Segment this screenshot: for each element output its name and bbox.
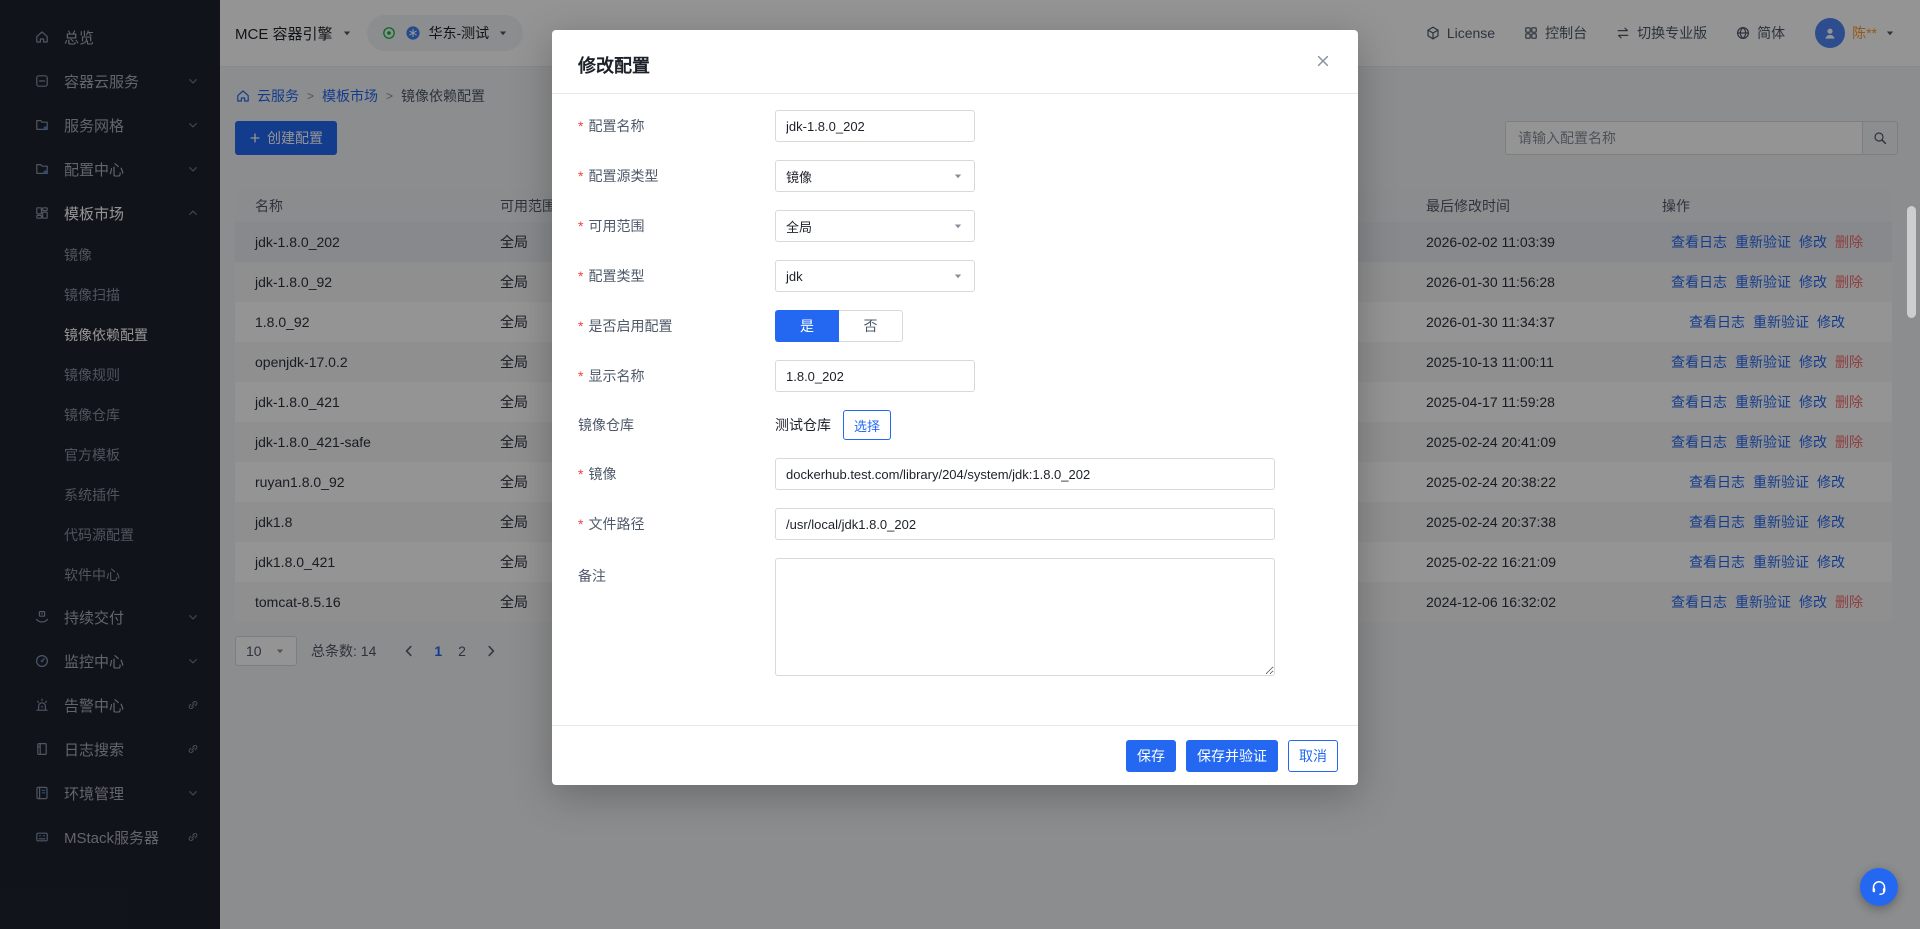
form-row-config-type: 配置类型 jdk (578, 260, 1330, 292)
form-row-enabled: 是否启用配置 是 否 (578, 310, 1330, 342)
enabled-no-button[interactable]: 否 (839, 310, 903, 342)
source-type-label: 配置源类型 (578, 166, 775, 186)
file-path-label: 文件路径 (578, 514, 775, 534)
config-name-input[interactable] (775, 110, 975, 142)
form-row-image: 镜像 (578, 458, 1330, 490)
config-type-value: jdk (786, 268, 803, 284)
image-repo-value: 测试仓库 (775, 417, 831, 433)
scrollbar-thumb[interactable] (1907, 206, 1916, 318)
form-row-source-type: 配置源类型 镜像 (578, 160, 1330, 192)
display-name-label: 显示名称 (578, 366, 775, 386)
headset-icon (1869, 877, 1889, 897)
edit-config-modal: 修改配置 配置名称 配置源类型 镜像 可用范围 全局 配置类型 jdk (552, 30, 1358, 785)
choose-repo-button[interactable]: 选择 (843, 410, 892, 440)
image-repo-row: 测试仓库 选择 (775, 410, 892, 440)
form-row-config-name: 配置名称 (578, 110, 1330, 142)
remark-textarea[interactable] (775, 558, 1275, 676)
form-row-remark: 备注 (578, 558, 1330, 676)
scope-select[interactable]: 全局 (775, 210, 975, 242)
config-type-select[interactable]: jdk (775, 260, 975, 292)
image-input[interactable] (775, 458, 1275, 490)
form-row-display-name: 显示名称 (578, 360, 1330, 392)
remark-label: 备注 (578, 568, 606, 584)
modal-body: 配置名称 配置源类型 镜像 可用范围 全局 配置类型 jdk 是 (552, 94, 1358, 676)
image-label: 镜像 (578, 464, 775, 484)
cancel-button[interactable]: 取消 (1288, 739, 1338, 772)
caret-down-icon (952, 270, 964, 282)
save-and-verify-button[interactable]: 保存并验证 (1186, 739, 1278, 772)
save-button[interactable]: 保存 (1126, 739, 1176, 772)
scope-value: 全局 (786, 219, 813, 235)
scope-label: 可用范围 (578, 216, 775, 236)
form-row-scope: 可用范围 全局 (578, 210, 1330, 242)
modal-header: 修改配置 (552, 30, 1358, 94)
enabled-toggle: 是 否 (775, 310, 903, 342)
modal-title: 修改配置 (578, 56, 650, 76)
file-path-input[interactable] (775, 508, 1275, 540)
display-name-input[interactable] (775, 360, 975, 392)
config-name-label: 配置名称 (578, 116, 775, 136)
source-type-select[interactable]: 镜像 (775, 160, 975, 192)
image-repo-label: 镜像仓库 (578, 417, 634, 433)
modal-footer: 保存 保存并验证 取消 (552, 725, 1358, 785)
close-icon[interactable] (1312, 50, 1334, 72)
config-type-label: 配置类型 (578, 266, 775, 286)
caret-down-icon (952, 220, 964, 232)
source-type-value: 镜像 (786, 169, 813, 185)
form-row-image-repo: 镜像仓库 测试仓库 选择 (578, 410, 1330, 440)
support-chat-button[interactable] (1860, 868, 1898, 906)
enabled-yes-button[interactable]: 是 (775, 310, 839, 342)
caret-down-icon (952, 170, 964, 182)
form-row-file-path: 文件路径 (578, 508, 1330, 540)
enabled-label: 是否启用配置 (578, 316, 775, 336)
